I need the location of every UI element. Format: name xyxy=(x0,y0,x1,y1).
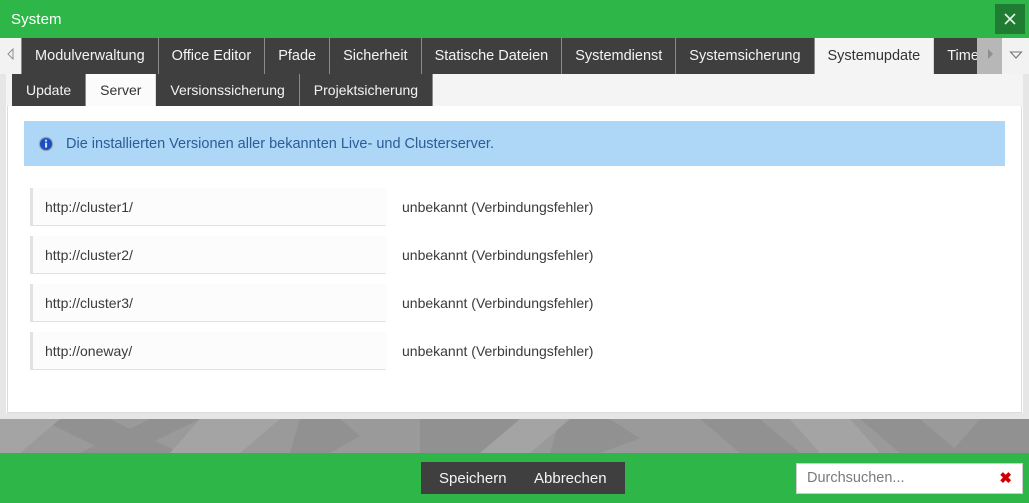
subtab-update[interactable]: Update xyxy=(12,74,87,106)
tab-timeouts[interactable]: Timeouts xyxy=(934,38,978,74)
close-button[interactable] xyxy=(995,4,1025,34)
tab-scroll-right-button[interactable] xyxy=(977,38,1003,74)
application-window: System Modulverwaltung Office Editor Pfade… xyxy=(0,0,1029,503)
server-url-text: http://oneway/ xyxy=(45,342,133,359)
subtab-server[interactable]: Server xyxy=(86,74,157,106)
tab-label: Modulverwaltung xyxy=(35,48,145,64)
secondary-tab-bar: Update Server Versionssicherung Projektsich… xyxy=(6,74,1023,106)
server-url-field[interactable]: http://cluster2/ xyxy=(30,236,386,274)
info-circle-icon xyxy=(38,136,54,152)
tab-label: Office Editor xyxy=(171,48,252,64)
search-box: ✖ xyxy=(796,462,1023,494)
tab-systemdienst[interactable]: Systemdienst xyxy=(562,38,677,74)
server-url-field[interactable]: http://oneway/ xyxy=(30,332,386,370)
server-row: http://cluster1/unbekannt (Verbindungsfe… xyxy=(30,188,999,226)
tab-label: Statische Dateien xyxy=(434,48,549,64)
tab-modulverwaltung[interactable]: Modulverwaltung xyxy=(21,38,159,74)
chevron-left-icon xyxy=(6,47,16,65)
chevron-down-icon xyxy=(1008,47,1023,65)
server-url-field[interactable]: http://cluster3/ xyxy=(30,284,386,322)
info-banner-text: Die installierten Versionen aller bekann… xyxy=(66,135,494,152)
close-x-icon xyxy=(1002,11,1018,27)
tab-label: Systemdienst xyxy=(575,48,663,64)
server-list: http://cluster1/unbekannt (Verbindungsfe… xyxy=(24,188,1005,370)
tab-label: Timeouts xyxy=(947,48,978,64)
subtab-label: Update xyxy=(26,82,72,98)
chevron-right-icon xyxy=(985,47,995,65)
tab-overflow-dropdown-button[interactable] xyxy=(1002,38,1029,74)
watermark-shapes xyxy=(0,419,1029,453)
tab-label: Pfade xyxy=(278,48,317,64)
tab-office-editor[interactable]: Office Editor xyxy=(158,38,266,74)
server-status-text: unbekannt (Verbindungsfehler) xyxy=(402,295,594,311)
tab-scroll-left-button[interactable] xyxy=(0,38,22,74)
cancel-button[interactable]: Abbrechen xyxy=(516,462,625,494)
window-title: System xyxy=(11,10,62,28)
background-watermark xyxy=(0,419,1029,453)
tab-sicherheit[interactable]: Sicherheit xyxy=(330,38,422,74)
server-panel: Die installierten Versionen aller bekann… xyxy=(7,106,1022,413)
primary-tab-bar: Modulverwaltung Office Editor Pfade Sicherh… xyxy=(0,38,1029,74)
subtab-label: Server xyxy=(100,82,142,98)
subtab-projektsicherung[interactable]: Projektsicherung xyxy=(299,74,434,106)
tab-label: Systemsicherung xyxy=(689,48,801,64)
subtab-versionssicherung[interactable]: Versionssicherung xyxy=(156,74,300,106)
tab-label: Sicherheit xyxy=(343,48,408,64)
server-url-text: http://cluster1/ xyxy=(45,198,133,215)
server-status-text: unbekannt (Verbindungsfehler) xyxy=(402,247,594,263)
server-url-field[interactable]: http://cluster1/ xyxy=(30,188,386,226)
tab-pfade[interactable]: Pfade xyxy=(265,38,331,74)
server-row: http://cluster2/unbekannt (Verbindungsfe… xyxy=(30,236,999,274)
server-url-text: http://cluster3/ xyxy=(45,294,133,311)
clear-x-icon[interactable]: ✖ xyxy=(997,471,1014,486)
info-banner: Die installierten Versionen aller bekann… xyxy=(24,121,1005,166)
tab-systemsicherung[interactable]: Systemsicherung xyxy=(676,38,815,74)
server-row: http://oneway/unbekannt (Verbindungsfehl… xyxy=(30,332,999,370)
tab-systemupdate[interactable]: Systemupdate xyxy=(814,38,935,74)
server-row: http://cluster3/unbekannt (Verbindungsfe… xyxy=(30,284,999,322)
footer-bar: Speichern Abbrechen ✖ xyxy=(0,453,1029,503)
tab-statische-dateien[interactable]: Statische Dateien xyxy=(421,38,563,74)
search-input[interactable] xyxy=(807,470,998,486)
server-status-text: unbekannt (Verbindungsfehler) xyxy=(402,343,594,359)
save-button[interactable]: Speichern xyxy=(421,462,525,494)
server-url-text: http://cluster2/ xyxy=(45,246,133,263)
primary-tab-list: Modulverwaltung Office Editor Pfade Sicherh… xyxy=(21,38,978,74)
tab-label: Systemupdate xyxy=(827,48,921,64)
subtab-label: Versionssicherung xyxy=(170,82,285,98)
content-area: Update Server Versionssicherung Projektsich… xyxy=(0,74,1029,419)
subtab-label: Projektsicherung xyxy=(313,82,419,98)
title-bar: System xyxy=(0,0,1029,38)
server-status-text: unbekannt (Verbindungsfehler) xyxy=(402,199,594,215)
